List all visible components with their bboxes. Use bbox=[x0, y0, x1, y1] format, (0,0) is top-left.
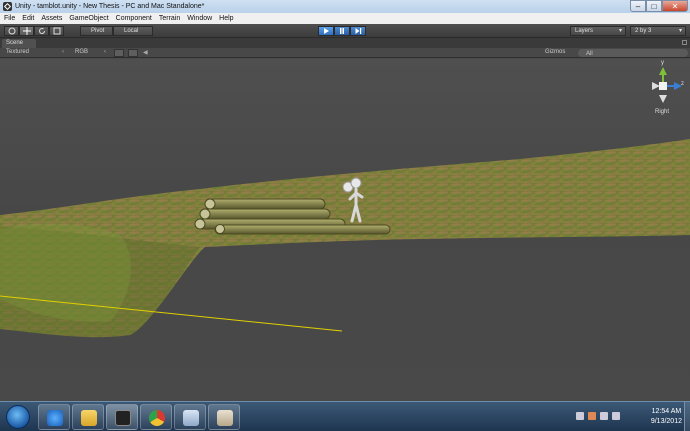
local-toggle[interactable]: Local bbox=[113, 26, 153, 36]
play-button[interactable] bbox=[318, 26, 334, 36]
axis-z-label: z bbox=[681, 81, 684, 87]
menu-component[interactable]: Component bbox=[116, 15, 152, 22]
minimize-button[interactable]: – bbox=[630, 0, 646, 12]
scene-tab-label: Scene bbox=[6, 40, 24, 46]
menu-bar: File Edit Assets GameObject Component Te… bbox=[0, 13, 690, 24]
scene-viewport[interactable]: y z Right bbox=[0, 59, 690, 401]
close-button[interactable]: ✕ bbox=[662, 0, 688, 12]
menu-file[interactable]: File bbox=[4, 15, 15, 22]
menu-assets[interactable]: Assets bbox=[41, 15, 62, 22]
local-label: Local bbox=[124, 28, 139, 34]
remote-desktop-icon bbox=[183, 410, 199, 426]
layout-label: 2 by 3 bbox=[635, 28, 652, 34]
gizmos-dropdown[interactable]: Gizmos bbox=[545, 49, 565, 55]
layers-dropdown[interactable]: Layers bbox=[570, 26, 626, 36]
scene-controls-bar: Textured ‹ RGB ‹ ◀ Gizmos All bbox=[0, 48, 690, 58]
scale-tool-button[interactable] bbox=[49, 26, 64, 36]
unity-window: Unity - tamblot.unity - New Thesis - PC … bbox=[0, 0, 690, 431]
menu-terrain[interactable]: Terrain bbox=[159, 15, 180, 22]
color-mode-arrow-icon: ‹ bbox=[104, 49, 106, 55]
taskbar-clock[interactable]: 12:54 AM 9/13/2012 bbox=[651, 407, 682, 427]
taskbar-remote-desktop[interactable] bbox=[174, 404, 206, 430]
layers-label: Layers bbox=[575, 28, 594, 34]
window-title: Unity - tamblot.unity - New Thesis - PC … bbox=[15, 3, 205, 10]
scene-fx-toggle[interactable] bbox=[128, 49, 138, 57]
unity-logo-icon bbox=[3, 2, 12, 11]
render-mode-arrow-icon: ‹ bbox=[62, 49, 64, 55]
clock-time: 12:54 AM bbox=[651, 408, 682, 415]
taskbar-paint[interactable] bbox=[208, 404, 240, 430]
paint-icon bbox=[217, 410, 233, 426]
clock-date: 9/13/2012 bbox=[650, 418, 682, 425]
hand-icon bbox=[8, 27, 15, 35]
maximize-pane-icon[interactable] bbox=[682, 40, 687, 45]
taskbar-unity[interactable] bbox=[106, 404, 138, 430]
unity-icon bbox=[115, 410, 131, 426]
scene-lighting-toggle[interactable] bbox=[114, 49, 124, 57]
axis-y-label: y bbox=[661, 60, 664, 66]
layout-dropdown[interactable]: 2 by 3 bbox=[630, 26, 686, 36]
flag-icon[interactable] bbox=[588, 412, 596, 420]
battery-icon[interactable] bbox=[612, 412, 620, 420]
orientation-gizmo[interactable] bbox=[652, 67, 682, 103]
window-controls: – □ ✕ bbox=[630, 0, 688, 12]
network-icon[interactable] bbox=[576, 412, 584, 420]
step-button[interactable] bbox=[350, 26, 366, 36]
menu-gameobject[interactable]: GameObject bbox=[69, 15, 108, 22]
windows-taskbar: 12:54 AM 9/13/2012 bbox=[0, 401, 690, 431]
chrome-icon bbox=[149, 410, 165, 426]
audio-icon[interactable]: ◀ bbox=[143, 49, 148, 56]
rotate-tool-button[interactable] bbox=[34, 26, 49, 36]
move-tool-button[interactable] bbox=[19, 26, 34, 36]
render-mode-dropdown[interactable]: Textured bbox=[6, 49, 29, 55]
color-mode-dropdown[interactable]: RGB bbox=[75, 49, 88, 55]
main-toolbar: Pivot Local Layers 2 by 3 bbox=[0, 24, 690, 38]
volume-icon[interactable] bbox=[600, 412, 608, 420]
play-icon bbox=[324, 28, 329, 34]
hand-tool-button[interactable] bbox=[4, 26, 19, 36]
search-placeholder: All bbox=[586, 51, 593, 57]
move-icon bbox=[22, 27, 31, 35]
scene-search-input[interactable]: All bbox=[578, 49, 688, 57]
step-icon bbox=[355, 28, 362, 34]
rotate-icon bbox=[38, 28, 45, 34]
title-bar: Unity - tamblot.unity - New Thesis - PC … bbox=[0, 0, 690, 13]
menu-edit[interactable]: Edit bbox=[22, 15, 34, 22]
taskbar-file-explorer[interactable] bbox=[72, 404, 104, 430]
view-orientation-label: Right bbox=[655, 109, 670, 115]
scene-render bbox=[0, 67, 690, 338]
menu-window[interactable]: Window bbox=[187, 15, 212, 22]
menu-help[interactable]: Help bbox=[219, 15, 233, 22]
pivot-label: Pivot bbox=[91, 28, 105, 34]
tab-controls bbox=[682, 40, 687, 45]
show-desktop-button[interactable] bbox=[684, 402, 690, 431]
folder-icon bbox=[81, 410, 97, 426]
start-button[interactable] bbox=[6, 405, 30, 429]
taskbar-internet-explorer[interactable] bbox=[38, 404, 70, 430]
taskbar-chrome[interactable] bbox=[140, 404, 172, 430]
internet-explorer-icon bbox=[47, 410, 63, 426]
scale-icon bbox=[53, 27, 60, 35]
pause-icon bbox=[340, 28, 344, 34]
pause-button[interactable] bbox=[334, 26, 350, 36]
maximize-button[interactable]: □ bbox=[646, 0, 662, 12]
scene-tab-bar: Scene bbox=[0, 38, 690, 48]
system-tray bbox=[576, 412, 620, 420]
tab-scene[interactable]: Scene bbox=[2, 39, 36, 48]
pivot-toggle[interactable]: Pivot bbox=[80, 26, 113, 36]
